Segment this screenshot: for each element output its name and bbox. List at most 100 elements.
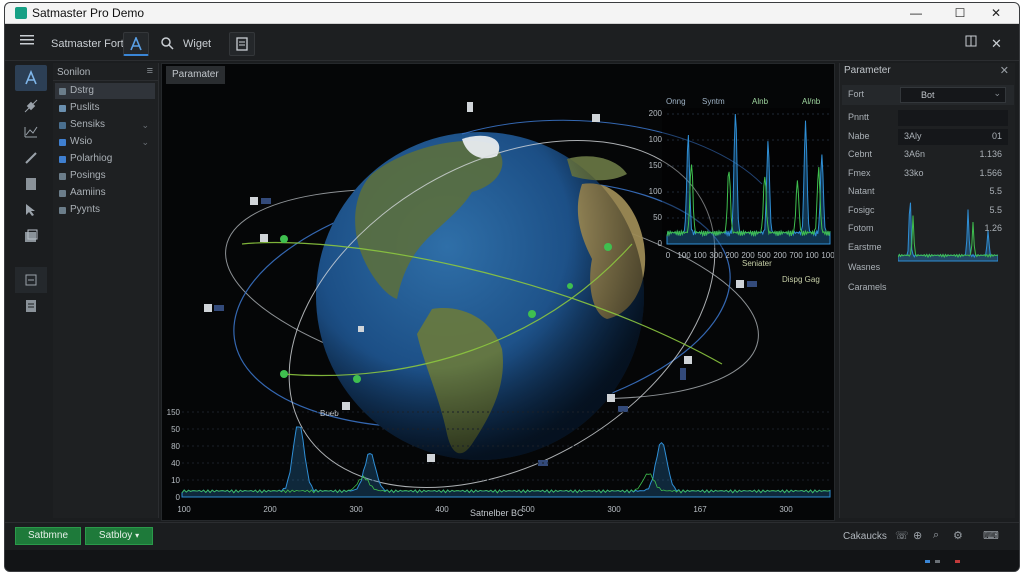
- sidebar-item-posings[interactable]: Posings: [55, 168, 155, 184]
- satellite-icon[interactable]: [250, 197, 271, 205]
- top-chart-y-tick: 200: [649, 109, 663, 118]
- sidebar-item-dstrg[interactable]: Dstrg: [55, 83, 155, 99]
- search-icon[interactable]: ⌕: [933, 529, 939, 542]
- text-tool-icon[interactable]: [123, 32, 149, 56]
- top-chart-x-tick: 0: [666, 251, 671, 260]
- zoom-icon[interactable]: ⊕: [913, 529, 922, 542]
- satellite-icon[interactable]: [736, 280, 757, 288]
- parameter-row[interactable]: Nabe 3Aly 01: [842, 128, 1014, 146]
- globe-viewport[interactable]: Paramater Onng Syntm Alnb Al/nb Seniater…: [161, 63, 835, 521]
- menu-icon[interactable]: [19, 33, 41, 55]
- legend-seniater: Seniater: [742, 259, 772, 268]
- bottom-chart-y-tick: 50: [171, 425, 180, 434]
- rail-chart-icon[interactable]: [15, 119, 47, 145]
- layer-icon: [59, 139, 66, 146]
- close-button[interactable]: ✕: [981, 4, 1011, 23]
- parameter-panel-title: Parameter: [844, 65, 891, 76]
- rail-document-icon[interactable]: [15, 171, 47, 197]
- font-row: Fort Bot ⌄: [842, 85, 1014, 105]
- satellite-icon[interactable]: [204, 304, 224, 312]
- rail-pen-icon[interactable]: [15, 145, 47, 171]
- sidebar-item-sensiks[interactable]: Sensiks ⌄: [55, 117, 155, 133]
- layout-icon[interactable]: [965, 33, 981, 55]
- settings-icon[interactable]: ⚙: [953, 529, 963, 542]
- top-chart-y-tick: 100: [649, 187, 663, 196]
- satellite-icon[interactable]: [260, 234, 268, 242]
- sidebar-item-label: Sensiks: [70, 119, 106, 130]
- font-select[interactable]: Bot ⌄: [900, 87, 1006, 103]
- sidebar-item-pyynts[interactable]: Pyynts: [55, 202, 155, 218]
- satellite-icon[interactable]: [592, 114, 600, 122]
- orbit-label: Boeb: [320, 409, 339, 418]
- bottom-strip: [5, 550, 1019, 571]
- panel-close-icon[interactable]: ✕: [1000, 64, 1009, 77]
- top-chart-x-tick: 300: [709, 251, 723, 260]
- status-button-right-label: Satbloy: [98, 530, 133, 541]
- bottom-chart-x-tick: 400: [435, 505, 449, 514]
- rail-text-icon[interactable]: [15, 65, 47, 91]
- rail-report-icon[interactable]: [15, 293, 47, 319]
- ground-station-marker[interactable]: [280, 370, 288, 378]
- parameter-row[interactable]: Pnntt: [842, 109, 1014, 127]
- parameter-row[interactable]: Caramels: [842, 279, 1014, 297]
- sidebar-item-wsio[interactable]: Wsio ⌄: [55, 134, 155, 150]
- status-button-right[interactable]: Satbloy ▾: [85, 527, 153, 545]
- ground-station-marker[interactable]: [567, 283, 573, 289]
- scene-tree-panel: Sonilon ≡ Dstrg Puslits Sensiks ⌄ Wsio ⌄ Polar…: [53, 63, 159, 518]
- close-view-icon[interactable]: ✕: [991, 33, 1007, 55]
- search-icon[interactable]: [155, 32, 181, 56]
- ground-station-marker[interactable]: [528, 310, 536, 318]
- sidebar-item-polarhiog[interactable]: Polarhiog: [55, 151, 155, 167]
- sidebar-item-label: Dstrg: [70, 85, 94, 96]
- sidebar-item-aamiins[interactable]: Aamiins: [55, 185, 155, 201]
- tool-rail: [13, 63, 49, 518]
- rail-settings-icon[interactable]: [15, 267, 47, 293]
- satellite-icon[interactable]: [680, 356, 692, 380]
- panel-menu-icon[interactable]: ≡: [147, 65, 153, 77]
- ground-station-marker[interactable]: [604, 243, 612, 251]
- rail-satellite-icon[interactable]: [15, 93, 47, 119]
- phone-icon[interactable]: ☏: [895, 529, 909, 542]
- status-button-left[interactable]: Satbmne: [15, 527, 81, 545]
- legend-3: Alnb: [752, 97, 769, 106]
- bottom-chart-x-tick: 100: [177, 505, 191, 514]
- top-chart-x-tick: 100: [677, 251, 691, 260]
- ground-station-marker[interactable]: [353, 375, 361, 383]
- parameter-field[interactable]: [898, 110, 1008, 126]
- ground-station-marker[interactable]: [280, 235, 288, 243]
- chevron-down-icon[interactable]: ⌄: [141, 117, 149, 133]
- export-icon[interactable]: [229, 32, 255, 56]
- maximize-button[interactable]: ☐: [945, 4, 975, 23]
- bottom-chart-x-tick: 167: [693, 505, 707, 514]
- signal-chart-top: [662, 108, 831, 248]
- rail-cursor-icon[interactable]: [15, 197, 47, 223]
- satellite-icon[interactable]: [342, 402, 350, 410]
- panel-title: Sonilon: [57, 67, 91, 78]
- legend-2: Syntm: [702, 97, 725, 106]
- rail-box-icon[interactable]: [15, 223, 47, 249]
- top-chart-x-tick: 100: [805, 251, 819, 260]
- parameter-row[interactable]: Fmex 33ko 1.566: [842, 165, 1014, 183]
- toolbar: Satmaster Fort Wiget ✕: [5, 25, 1019, 61]
- widget-label[interactable]: Wiget: [183, 33, 211, 55]
- top-chart-x-tick: 500: [757, 251, 771, 260]
- satellite-icon[interactable]: [607, 394, 628, 412]
- minimize-button[interactable]: —: [901, 4, 931, 23]
- parameter-key: Natant: [848, 186, 875, 196]
- top-chart-y-tick: 100: [649, 135, 663, 144]
- bottom-chart-x-tick: 300: [349, 505, 363, 514]
- top-chart-x-tick: 100: [821, 251, 834, 260]
- parameter-value: 3A6n: [904, 149, 926, 159]
- parameter-value: 1.136: [979, 149, 1002, 159]
- parameter-row[interactable]: Cebnt 3A6n 1.136: [842, 146, 1014, 164]
- sidebar-item-puslits[interactable]: Puslits: [55, 100, 155, 116]
- chevron-down-icon[interactable]: ⌄: [141, 134, 149, 150]
- parameter-key: Wasnes: [848, 261, 881, 272]
- chevron-down-icon: ⌄: [993, 88, 1001, 98]
- bottom-chart-y-tick: 0: [176, 493, 181, 502]
- viewport-canvas: Onng Syntm Alnb Al/nb Seniater Dispg Gag…: [167, 97, 834, 518]
- satellite-icon[interactable]: [358, 326, 364, 332]
- keyboard-icon[interactable]: ⌨: [983, 529, 999, 542]
- satellite-icon[interactable]: [467, 102, 473, 112]
- sidebar-item-label: Pyynts: [70, 204, 101, 215]
